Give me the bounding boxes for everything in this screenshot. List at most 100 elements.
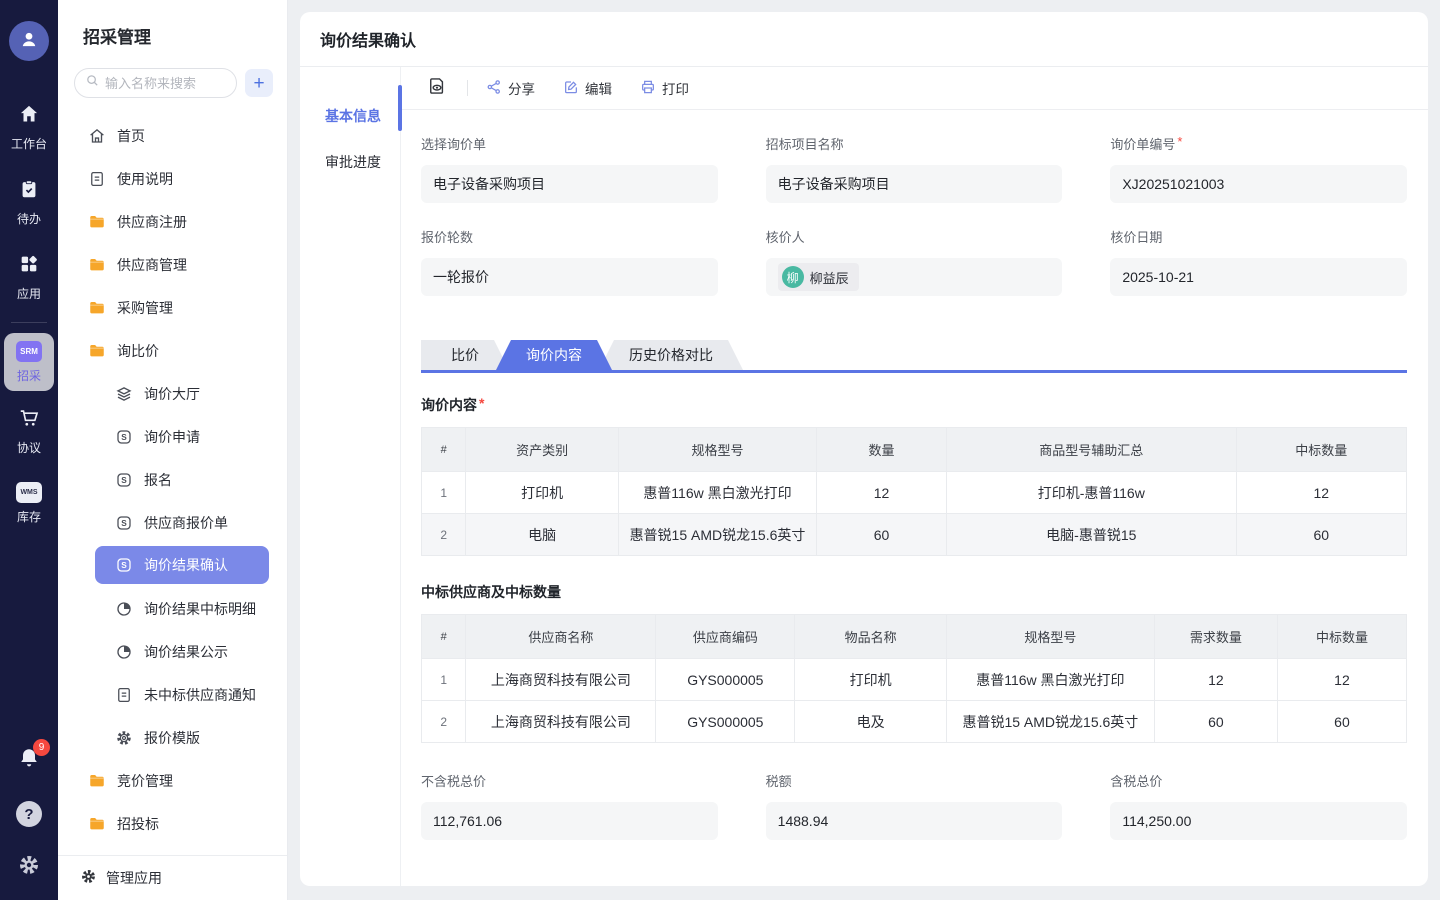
settings-button[interactable] — [17, 853, 41, 882]
cell: GYS000005 — [656, 701, 795, 743]
cell: 60 — [1154, 701, 1277, 743]
field-label: 不含税总价 — [421, 771, 486, 790]
field-label: 核价日期 — [1110, 227, 1162, 246]
column-header: 商品型号辅助汇总 — [946, 428, 1236, 472]
cell: 打印机-惠普116w — [946, 472, 1236, 514]
pie-chart-icon — [115, 643, 133, 661]
sidebar-item-tender[interactable]: 招投标 — [58, 802, 287, 845]
help-button[interactable]: ? — [16, 801, 42, 827]
total-incl-tax-input[interactable]: 114,250.00 — [1110, 802, 1407, 840]
sidebar-item-inquiry-result-confirm[interactable]: S 询价结果确认 — [95, 546, 269, 584]
select-inquiry-input[interactable]: 电子设备采购项目 — [421, 165, 718, 203]
sidebar-item-bidding-manage[interactable]: 竞价管理 — [58, 759, 287, 802]
folder-icon — [88, 342, 106, 360]
sidebar-item-label: 使用说明 — [117, 169, 173, 189]
rail-item-todo[interactable]: 待办 — [17, 178, 41, 227]
cell: 电脑 — [466, 514, 619, 556]
column-header: 规格型号 — [946, 615, 1154, 659]
field-quote-rounds: 报价轮数 一轮报价 — [421, 227, 718, 296]
sidebar-item-label: 供应商管理 — [117, 255, 187, 275]
folder-icon — [88, 772, 106, 790]
sidebar-item-signup[interactable]: S 报名 — [115, 458, 287, 501]
sidebar-item-inquiry-compare[interactable]: 询比价 — [58, 329, 287, 372]
rail-item-agreement[interactable]: 协议 — [17, 407, 41, 456]
sidebar-item-lose-notice[interactable]: 未中标供应商通知 — [115, 673, 287, 716]
sidebar-item-win-detail[interactable]: 询价结果中标明细 — [115, 587, 287, 630]
tax-amount-input[interactable]: 1488.94 — [766, 802, 1063, 840]
field-inquiry-no: 询价单编号* XJ20251021003 — [1110, 134, 1407, 203]
rail-item-label: 应用 — [17, 285, 41, 302]
sidebar-item-inquiry-hall[interactable]: 询价大厅 — [115, 372, 287, 415]
sidebar-item-label: 询价结果中标明细 — [144, 599, 256, 619]
rail-item-label: 库存 — [17, 508, 41, 525]
manage-apps-button[interactable]: 管理应用 — [58, 855, 287, 900]
sidebar-item-instructions[interactable]: 使用说明 — [58, 157, 287, 200]
sidebar-item-label: 报价模版 — [144, 728, 200, 748]
totals-section: 不含税总价 112,761.06 税额 1488.94 含税总价 114,250… — [421, 771, 1407, 840]
quote-rounds-input[interactable]: 一轮报价 — [421, 258, 718, 296]
user-chip: 柳 柳益辰 — [778, 263, 859, 291]
cell: 60 — [1236, 514, 1406, 556]
sidebar-item-label: 供应商报价单 — [144, 513, 228, 533]
layers-icon — [115, 385, 133, 403]
tab-approval-progress[interactable]: 审批进度 — [300, 139, 400, 185]
cell: 惠普116w 黑白激光打印 — [618, 472, 816, 514]
field-label: 税额 — [766, 771, 792, 790]
wms-app-icon: WMS — [16, 482, 42, 503]
sidebar-item-label: 未中标供应商通知 — [144, 685, 256, 705]
notifications-button[interactable]: 9 — [17, 746, 41, 775]
sidebar-item-supplier-manage[interactable]: 供应商管理 — [58, 243, 287, 286]
edit-button[interactable]: 编辑 — [563, 78, 612, 98]
price-checker-input[interactable]: 柳 柳益辰 — [766, 258, 1063, 296]
sidebar-item-result-publicity[interactable]: 询价结果公示 — [115, 630, 287, 673]
rail-item-srm-active[interactable]: SRM 招采 — [4, 333, 54, 391]
cell: 电脑-惠普锐15 — [946, 514, 1236, 556]
tab-compare-price[interactable]: 比价 — [421, 340, 509, 370]
sidebar-item-supplier-quote[interactable]: S 供应商报价单 — [115, 501, 287, 544]
avatar: 柳 — [782, 266, 804, 288]
tab-history-price[interactable]: 历史价格对比 — [599, 340, 743, 370]
sidebar-search[interactable] — [74, 68, 237, 98]
inquiry-no-input[interactable]: XJ20251021003 — [1110, 165, 1407, 203]
share-button[interactable]: 分享 — [486, 78, 535, 98]
nav-sidebar: 招采管理 + 首页 使用说明 供应商注册 供应商管理 — [58, 0, 288, 900]
sidebar-item-purchase-manage[interactable]: 采购管理 — [58, 286, 287, 329]
sidebar-item-inquiry-apply[interactable]: S 询价申请 — [115, 415, 287, 458]
print-label: 打印 — [662, 78, 689, 98]
sidebar-item-home[interactable]: 首页 — [58, 114, 287, 157]
cell: 电及 — [795, 701, 947, 743]
detail-card: 询价结果确认 基本信息 审批进度 — [300, 12, 1428, 886]
preview-document-button[interactable] — [427, 76, 447, 101]
rail-item-inventory[interactable]: WMS 库存 — [16, 482, 42, 525]
add-button[interactable]: + — [245, 69, 273, 97]
rail-item-workbench[interactable]: 工作台 — [11, 103, 47, 152]
column-header: 需求数量 — [1154, 615, 1277, 659]
project-name-input[interactable]: 电子设备采购项目 — [766, 165, 1063, 203]
total-excl-tax-input[interactable]: 112,761.06 — [421, 802, 718, 840]
cell: 上海商贸科技有限公司 — [466, 659, 656, 701]
sidebar-item-supplier-register[interactable]: 供应商注册 — [58, 200, 287, 243]
rail-item-label: 协议 — [17, 439, 41, 456]
tab-basic-info[interactable]: 基本信息 — [300, 93, 400, 139]
sidebar-item-quote-template[interactable]: 报价模版 — [115, 716, 287, 759]
table-header-row: # 供应商名称 供应商编码 物品名称 规格型号 需求数量 中标数量 — [422, 615, 1407, 659]
tab-inquiry-content[interactable]: 询价内容 — [496, 340, 612, 370]
cell: 12 — [1277, 659, 1406, 701]
search-icon — [85, 73, 100, 93]
cell: 惠普锐15 AMD锐龙15.6英寸 — [618, 514, 816, 556]
gear-icon — [115, 729, 133, 747]
price-date-input[interactable]: 2025-10-21 — [1110, 258, 1407, 296]
home-icon — [18, 103, 40, 130]
notification-badge: 9 — [33, 739, 50, 756]
share-icon — [486, 79, 502, 98]
sidebar-item-label: 询比价 — [117, 341, 159, 361]
detail-side-tabs: 基本信息 审批进度 — [300, 67, 401, 886]
field-tax-amount: 税额 1488.94 — [766, 771, 1063, 840]
rail-item-apps[interactable]: 应用 — [17, 253, 41, 302]
print-button[interactable]: 打印 — [640, 78, 689, 98]
search-input[interactable] — [105, 76, 215, 91]
cell: 2 — [422, 701, 466, 743]
user-avatar[interactable] — [9, 21, 49, 61]
sidebar-title: 招采管理 — [58, 0, 287, 48]
field-price-date: 核价日期 2025-10-21 — [1110, 227, 1407, 296]
